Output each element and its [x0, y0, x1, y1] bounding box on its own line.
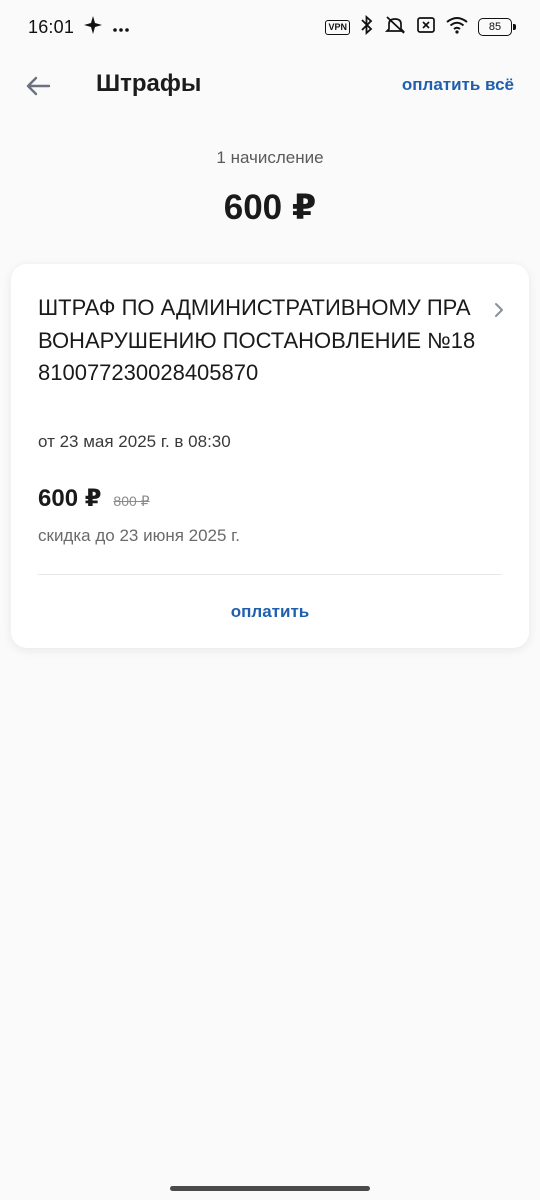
- status-right: VPN 85: [325, 14, 516, 40]
- fine-date: от 23 мая 2025 г. в 08:30: [38, 432, 231, 451]
- charges-count: 1 начисление: [216, 148, 324, 167]
- screen: 16:01 VPN 85 Штрафы оплатить всё 1 начис…: [0, 0, 540, 1200]
- back-button[interactable]: [18, 68, 58, 104]
- pay-all-button[interactable]: оплатить всё: [402, 75, 514, 95]
- pay-button[interactable]: оплатить: [11, 590, 529, 634]
- status-left: 16:01: [28, 15, 130, 39]
- page-title: Штрафы: [96, 70, 202, 97]
- fine-card[interactable]: ШТРАФ ПО АДМИНИСТРАТИВНОМУ ПРАВОНАРУШЕНИ…: [11, 264, 529, 648]
- fine-title: ШТРАФ ПО АДМИНИСТРАТИВНОМУ ПРАВОНАРУШЕНИ…: [38, 295, 476, 385]
- card-divider: [38, 574, 502, 575]
- vpn-badge: VPN: [325, 19, 350, 35]
- total-amount: 600 ₽: [223, 188, 317, 227]
- bluetooth-icon: [360, 14, 374, 40]
- status-time: 16:01: [28, 16, 75, 37]
- wifi-icon: [446, 16, 468, 39]
- no-sim-icon: [416, 16, 436, 39]
- mute-icon: [384, 15, 406, 40]
- battery-icon: 85: [478, 18, 516, 36]
- app-header: Штрафы оплатить всё: [0, 60, 540, 110]
- fine-amount: 600 ₽: [38, 485, 102, 512]
- fine-amount-row: 600 ₽ 800 ₽: [38, 484, 150, 513]
- fine-old-amount: 800 ₽: [113, 493, 150, 509]
- status-bar: 16:01 VPN 85: [0, 0, 540, 54]
- sparkle-icon: [84, 15, 103, 39]
- chevron-right-icon[interactable]: [491, 300, 507, 320]
- arrow-left-icon: [26, 76, 51, 96]
- home-indicator[interactable]: [170, 1186, 370, 1191]
- discount-note: скидка до 23 июня 2025 г.: [38, 526, 241, 545]
- more-dots-icon: [112, 17, 130, 38]
